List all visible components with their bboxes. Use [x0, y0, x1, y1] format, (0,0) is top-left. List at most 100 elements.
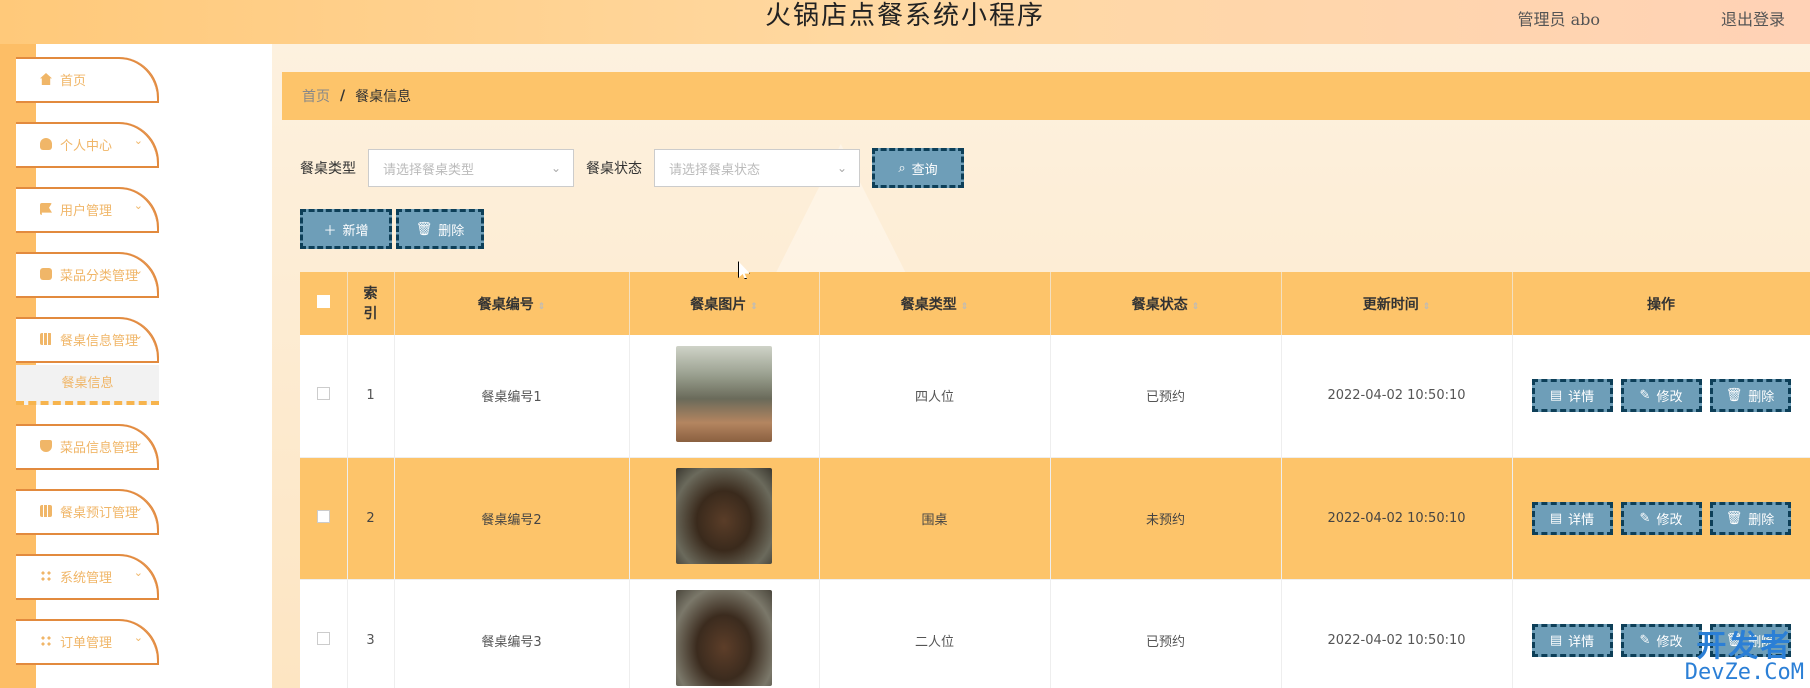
- table-photo: [676, 345, 772, 442]
- detail-button[interactable]: ▤ 详情: [1531, 501, 1613, 535]
- document-icon: ▤: [1549, 510, 1563, 526]
- trash-icon: 🗑: [1725, 388, 1743, 404]
- detail-label: 详情: [1568, 390, 1595, 406]
- row-updated: 2022-04-02 10:50:10: [1281, 579, 1513, 688]
- sidebar-item-orders[interactable]: 订单管理 ⌄: [16, 619, 159, 665]
- row-number: 餐桌编号2: [394, 457, 630, 580]
- header-image[interactable]: 餐桌图片 ⇕: [629, 272, 820, 335]
- sidebar-item-table-info[interactable]: 餐桌信息管理 ⌄: [16, 317, 159, 363]
- search-icon: ⌕: [898, 160, 906, 176]
- breadcrumb-home[interactable]: 首页: [302, 86, 330, 106]
- table-status-select[interactable]: 请选择餐桌状态 ⌄: [654, 149, 860, 187]
- table-type-select[interactable]: 请选择餐桌类型 ⌄: [368, 149, 574, 187]
- trash-icon: 🗑: [1725, 510, 1743, 526]
- table-row: 1 餐桌编号1 四人位 已预约 2022-04-02 10:50:10 ▤ 详情 …: [300, 335, 1810, 458]
- sidebar-item-home[interactable]: 首页: [16, 57, 159, 103]
- add-button-label: 新增: [342, 223, 369, 239]
- edit-button[interactable]: ✎ 修改: [1620, 501, 1702, 535]
- chevron-down-icon: ⌄: [133, 264, 143, 277]
- header-updated[interactable]: 更新时间 ⇕: [1281, 272, 1513, 335]
- sidebar-item-system[interactable]: 系统管理 ⌄: [16, 554, 159, 600]
- row-type: 四人位: [819, 335, 1051, 458]
- batch-delete-button[interactable]: 🗑 删除: [396, 209, 484, 249]
- sort-icon[interactable]: ⇕: [1423, 302, 1431, 312]
- sort-icon[interactable]: ⇕: [961, 302, 969, 312]
- delete-button[interactable]: 🗑 删除: [1709, 379, 1791, 413]
- sort-icon[interactable]: ⇕: [750, 302, 758, 312]
- shield-icon: [40, 440, 52, 452]
- user-icon: [40, 138, 52, 150]
- header-type-label: 餐桌类型: [900, 296, 957, 313]
- detail-button[interactable]: ▤ 详情: [1531, 623, 1613, 657]
- sidebar-item-label: 首页: [60, 73, 87, 89]
- grid-icon: [40, 333, 52, 345]
- row-type: 二人位: [819, 579, 1051, 688]
- chevron-down-icon: ⌄: [836, 161, 847, 175]
- sort-icon[interactable]: ⇕: [538, 302, 546, 312]
- table-container: 索引 餐桌编号 ⇕ 餐桌图片 ⇕ 餐桌类型 ⇕ 餐桌状态 ⇕ 更新时间 ⇕ 操作 1 餐桌…: [300, 272, 1810, 688]
- breadcrumb: 首页 / 餐桌信息: [282, 72, 1810, 120]
- row-index: 2: [347, 457, 395, 580]
- breadcrumb-current: 餐桌信息: [355, 89, 412, 105]
- add-button[interactable]: ＋ 新增: [300, 209, 392, 249]
- table-header-row: 索引 餐桌编号 ⇕ 餐桌图片 ⇕ 餐桌类型 ⇕ 餐桌状态 ⇕ 更新时间 ⇕ 操作: [300, 272, 1810, 335]
- top-bar: 火锅店点餐系统小程序 管理员 abo 退出登录: [0, 0, 1810, 44]
- sidebar-item-label: 菜品分类管理: [60, 268, 139, 284]
- table-status-label: 餐桌状态: [586, 161, 642, 177]
- edit-icon: ✎: [1639, 510, 1651, 526]
- sidebar-item-label: 菜品信息管理: [60, 440, 139, 456]
- select-all-checkbox[interactable]: [316, 295, 330, 308]
- row-checkbox[interactable]: [316, 387, 330, 401]
- sidebar-item-label: 系统管理: [60, 570, 113, 586]
- flag-icon: [40, 203, 52, 215]
- row-number: 餐桌编号1: [394, 335, 630, 458]
- header-number[interactable]: 餐桌编号 ⇕: [394, 272, 630, 335]
- header-type[interactable]: 餐桌类型 ⇕: [819, 272, 1051, 335]
- sidebar-item-reservation[interactable]: 餐桌预订管理 ⌄: [16, 489, 159, 535]
- sidebar-item-label: 个人中心: [60, 138, 113, 154]
- apps-icon: [40, 635, 52, 647]
- table-photo: [676, 468, 772, 564]
- table-type-placeholder: 请选择餐桌类型: [383, 162, 475, 178]
- sidebar-item-label: 用户管理: [60, 203, 113, 219]
- edit-button[interactable]: ✎ 修改: [1620, 379, 1702, 413]
- detail-button[interactable]: ▤ 详情: [1531, 379, 1613, 413]
- action-bar: ＋ 新增 🗑 删除: [300, 209, 484, 249]
- chevron-down-icon: ⌄: [133, 566, 143, 579]
- sidebar-item-profile[interactable]: 个人中心 ⌄: [16, 122, 159, 168]
- logout-link[interactable]: 退出登录: [1721, 6, 1785, 30]
- delete-button[interactable]: 🗑 删除: [1709, 501, 1791, 535]
- sidebar-item-label: 餐桌信息管理: [60, 333, 139, 349]
- table-type-label: 餐桌类型: [300, 161, 356, 177]
- row-index: 3: [347, 579, 395, 688]
- header-select-all[interactable]: [300, 272, 348, 335]
- filter-bar: 餐桌类型 请选择餐桌类型 ⌄ 餐桌状态 请选择餐桌状态 ⌄ ⌕ 查询: [300, 148, 964, 188]
- table-row: 3 餐桌编号3 二人位 已预约 2022-04-02 10:50:10 ▤ 详情 …: [300, 579, 1810, 688]
- chevron-down-icon: ⌄: [133, 134, 143, 147]
- sidebar-item-users[interactable]: 用户管理 ⌄: [16, 187, 159, 233]
- sidebar-item-label: 订单管理: [60, 635, 113, 651]
- edit-icon: ✎: [1639, 632, 1651, 648]
- table-row: 2 餐桌编号2 围桌 未预约 2022-04-02 10:50:10 ▤ 详情 ✎…: [300, 457, 1810, 580]
- trash-icon: 🗑: [415, 221, 433, 237]
- row-status: 已预约: [1050, 335, 1282, 458]
- row-checkbox[interactable]: [316, 509, 330, 523]
- header-index: 索引: [347, 272, 395, 335]
- sort-icon[interactable]: ⇕: [1192, 302, 1200, 312]
- query-button[interactable]: ⌕ 查询: [872, 148, 964, 188]
- document-icon: ▤: [1549, 632, 1563, 648]
- chevron-down-icon: ⌄: [133, 631, 143, 644]
- batch-delete-label: 删除: [438, 223, 465, 239]
- row-updated: 2022-04-02 10:50:10: [1281, 335, 1513, 458]
- row-status: 未预约: [1050, 457, 1282, 580]
- sidebar-subitem-table-info[interactable]: 餐桌信息: [16, 365, 159, 405]
- admin-user-label: 管理员 abo: [1517, 10, 1600, 29]
- edit-icon: ✎: [1639, 388, 1651, 404]
- watermark-bottom: DevZe.CoM: [1684, 660, 1804, 685]
- row-checkbox[interactable]: [316, 631, 330, 645]
- header-number-label: 餐桌编号: [477, 296, 534, 313]
- header-status[interactable]: 餐桌状态 ⇕: [1050, 272, 1282, 335]
- sidebar-item-dish-category[interactable]: 菜品分类管理 ⌄: [16, 252, 159, 298]
- header-ops: 操作: [1512, 272, 1810, 335]
- sidebar-item-dish-info[interactable]: 菜品信息管理 ⌄: [16, 424, 159, 470]
